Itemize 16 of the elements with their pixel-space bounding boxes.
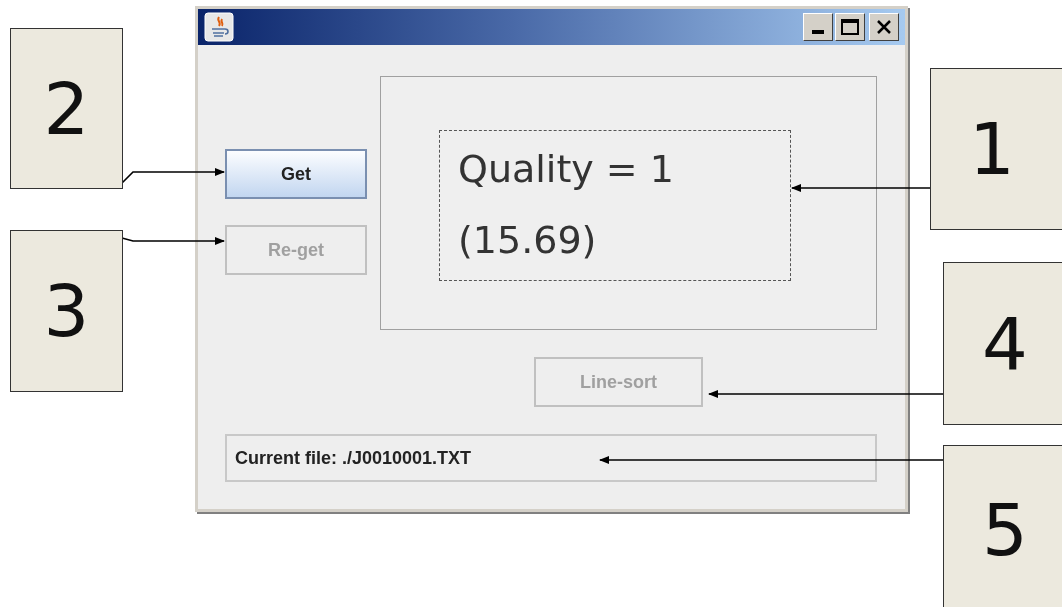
maximize-button[interactable]	[835, 13, 865, 41]
close-icon	[876, 20, 892, 34]
close-button[interactable]	[869, 13, 899, 41]
callout-number: 4	[943, 262, 1062, 425]
callout-number: 2	[10, 28, 123, 189]
callout-number: 1	[930, 68, 1062, 230]
callout-number: 3	[10, 230, 123, 392]
minimize-icon	[812, 30, 824, 34]
result-text: Quality = 1	[458, 149, 675, 192]
minimize-button[interactable]	[803, 13, 833, 41]
status-text: Current file: ./J0010001.TXT	[235, 446, 472, 470]
callout-number: 5	[943, 445, 1062, 607]
maximize-icon	[841, 19, 859, 35]
action-button[interactable]: Get	[225, 149, 367, 199]
result-text: (15.69)	[458, 219, 598, 262]
cup-icon	[204, 12, 234, 42]
